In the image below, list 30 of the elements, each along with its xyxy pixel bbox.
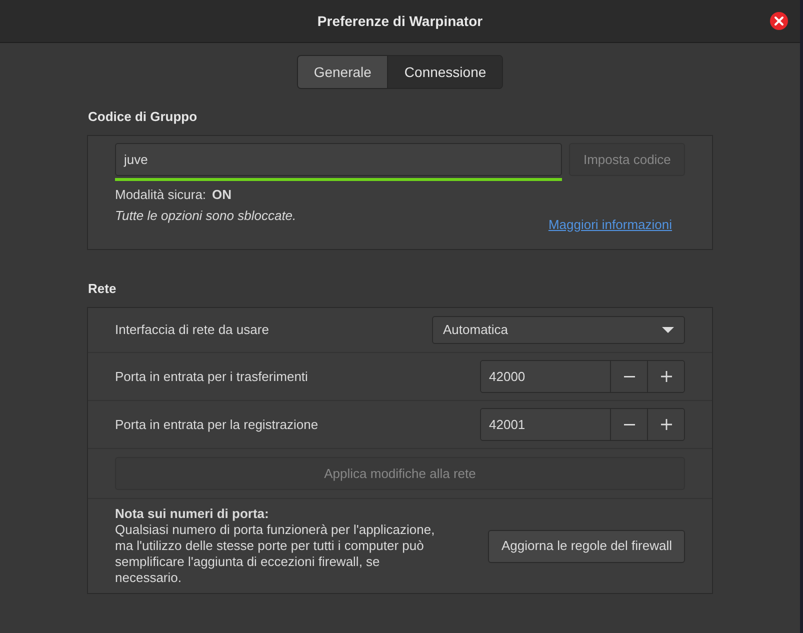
plus-icon (660, 419, 672, 430)
port-input-field[interactable]: 42000 (481, 361, 610, 392)
code-input-field[interactable]: juve (115, 143, 562, 176)
note-title: Nota sui numeri di porta: (115, 506, 270, 522)
setting-label: Porta in entrata per i trasferimenti (115, 368, 308, 386)
dropdown-arrow-icon (662, 327, 674, 333)
update-firewall-button[interactable]: Aggiorna le regole del firewall (488, 530, 685, 562)
more-info-link[interactable]: Maggiori informazioni (548, 216, 672, 234)
status-text: Tutte le opzioni sono sbloccate. (115, 207, 296, 225)
close-button[interactable] (770, 12, 788, 30)
increment-button[interactable] (647, 361, 684, 392)
note-text: Qualsiasi numero di porta funzionerà per l'applicazione, ma l'utilizzo delle stesse porte per tutti i computer può semplificare l'aggiunta di eccezioni firewall, se necessario. (115, 522, 436, 586)
setting-label: Interfaccia di rete da usare (115, 321, 269, 340)
section-heading: Rete (87, 281, 118, 297)
minus-icon (624, 376, 634, 378)
tab[interactable]: Generale (298, 56, 388, 88)
secure-mode-value: ON (212, 186, 232, 204)
window-title: Preferenze di Warpinator (317, 12, 483, 31)
close-icon (770, 12, 788, 30)
tab[interactable]: Connessione (387, 56, 502, 88)
increment-button[interactable] (647, 409, 684, 440)
interface-dropdown[interactable]: Automatica (432, 316, 685, 344)
section-heading: Codice di Gruppo (87, 109, 198, 125)
plus-icon (660, 371, 672, 382)
secure-mode-label: Modalità sicura: (115, 186, 206, 204)
minus-icon (624, 424, 634, 426)
port-input-field[interactable]: 42001 (481, 409, 610, 440)
setting-label: Porta in entrata per la registrazione (115, 416, 318, 434)
port-spin-box[interactable]: 42000 (480, 360, 685, 393)
port-spin-box[interactable]: 42001 (480, 408, 685, 441)
